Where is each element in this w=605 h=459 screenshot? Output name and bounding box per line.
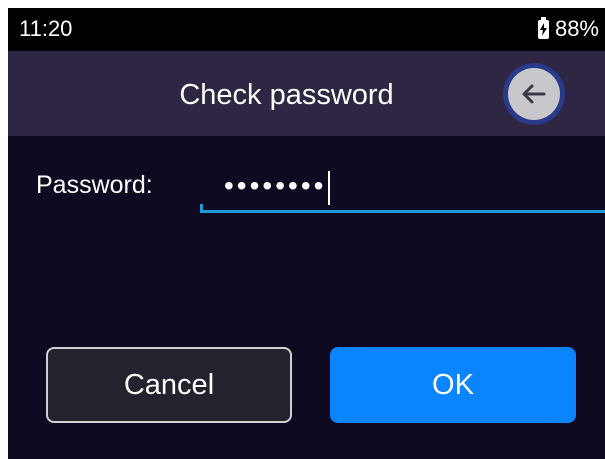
password-value: •••••••• <box>224 170 327 201</box>
password-dots-wrap: •••••••• <box>224 170 331 205</box>
ok-button[interactable]: OK <box>330 347 576 423</box>
back-button[interactable] <box>503 63 565 125</box>
status-time: 11:20 <box>19 16 73 41</box>
device-screen: 11:20 88% Check password Password: •••••… <box>8 8 605 459</box>
password-underline <box>200 204 605 213</box>
back-button-face <box>508 68 560 120</box>
cancel-button[interactable]: Cancel <box>46 347 292 423</box>
ok-button-label: OK <box>432 368 474 401</box>
status-right: 88% <box>537 16 599 42</box>
password-field[interactable]: •••••••• <box>200 160 605 213</box>
battery-percent: 88% <box>554 16 599 41</box>
password-label: Password: <box>36 171 153 199</box>
back-arrow-icon <box>522 84 546 104</box>
status-bar: 11:20 88% <box>8 8 605 51</box>
battery-charging-icon <box>537 16 549 39</box>
cancel-button-label: Cancel <box>123 368 215 401</box>
text-caret <box>328 170 331 205</box>
title-bar: Check password <box>8 51 605 136</box>
